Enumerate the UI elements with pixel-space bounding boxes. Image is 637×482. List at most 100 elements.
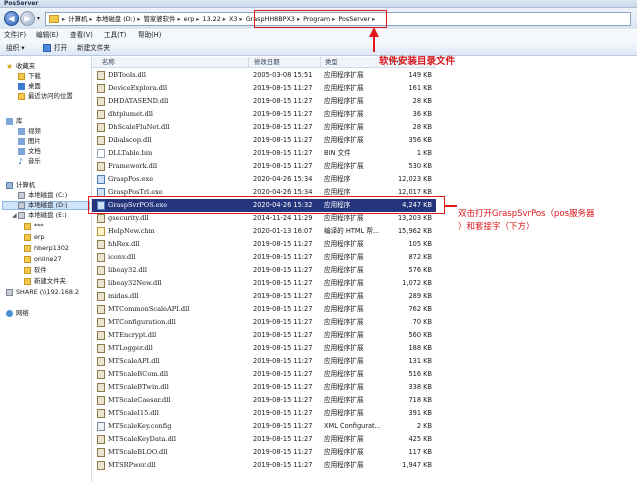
file-row[interactable]: libeay32New.dll 2019-08-15 11:27 应用程序扩展 1,0… [92,277,436,290]
file-row[interactable]: MTSRPwer.dll 2019-08-15 11:27 应用程序扩展 1,947 … [92,459,436,472]
file-name: DLLTable.bin [108,149,153,157]
file-date: 2020-01-13 16:07 [253,227,313,235]
file-row[interactable]: DLLTable.bin 2019-08-15 11:27 BIN 文件 1 KB [92,147,436,160]
breadcrumb-item[interactable]: 13.22 [203,15,221,23]
file-name: libeay32.dll [108,266,147,274]
navigation-pane: ★ 收藏夹 下载 桌面 最近访问的位置 库 视频 图片 文档 ♪ 音乐 计算机 … [0,57,92,482]
file-row[interactable]: MTScaleKeyData.dll 2019-08-15 11:27 应用程序扩展… [92,433,436,446]
file-row[interactable]: MTScaleAPI.dll 2019-08-15 11:27 应用程序扩展 131 … [92,355,436,368]
breadcrumb-separator[interactable]: ▸ [177,15,180,23]
dll-file-icon [97,253,105,262]
menu-file[interactable]: 文件(F) [4,30,26,41]
column-type[interactable]: 类型 [325,57,338,68]
file-row[interactable]: dhtplumet.dll 2019-08-15 11:27 应用程序扩展 36 KB [92,108,436,121]
menu-tools[interactable]: 工具(T) [104,30,126,41]
file-row[interactable]: MTScaleI15.dll 2019-08-15 11:27 应用程序扩展 391 … [92,407,436,420]
column-divider[interactable] [320,57,321,68]
file-date: 2020-04-26 15:34 [253,175,313,183]
organize-button[interactable]: 组织 ▾ [6,41,25,56]
open-button[interactable]: 打开 [54,41,67,56]
network-icon [6,310,13,317]
breadcrumb-item[interactable]: 本地磁盘 (D:) [96,15,136,23]
file-size: 1,947 KB [402,461,432,469]
file-row[interactable]: Framework.dll 2019-08-15 11:27 应用程序扩展 530 K… [92,160,436,173]
file-row[interactable]: MTConfiguration.dll 2019-08-15 11:27 应用程序扩… [92,316,436,329]
file-row[interactable]: MTScaleCaesar.dll 2019-08-15 11:27 应用程序扩展 7… [92,394,436,407]
column-name[interactable]: 名称 [102,57,115,68]
file-row[interactable]: MTScaleBTwin.dll 2019-08-15 11:27 应用程序扩展 33… [92,381,436,394]
breadcrumb-separator[interactable]: ▸ [196,15,199,23]
file-row[interactable]: DhScaleFluNet.dll 2019-08-15 11:27 应用程序扩展 2… [92,121,436,134]
back-button[interactable]: ◀ [4,11,19,26]
file-row[interactable]: Dibalscop.dll 2019-08-15 11:27 应用程序扩展 356 K… [92,134,436,147]
desktop-icon [18,83,25,90]
breadcrumb-separator[interactable]: ▸ [223,15,226,23]
file-type: 应用程序扩展 [324,266,364,274]
command-bar: 组织 ▾ 打开 新建文件夹 [0,41,637,56]
menu-edit[interactable]: 编辑(E) [36,30,59,41]
file-row[interactable]: libeay32.dll 2019-08-15 11:27 应用程序扩展 576 KB [92,264,436,277]
file-row[interactable]: iconv.dll 2019-08-15 11:27 应用程序扩展 872 KB [92,251,436,264]
file-row[interactable]: HelpNew.chm 2020-01-13 16:07 编译的 HTML 帮...… [92,225,436,238]
menu-view[interactable]: 查看(V) [70,30,93,41]
breadcrumb-item[interactable]: X3 [229,15,237,23]
dll-file-icon [97,409,105,418]
file-name: MTConfiguration.dll [108,318,176,326]
folder-icon [24,256,31,263]
library-icon [6,118,13,125]
file-row[interactable]: DeviceExplora.dll 2019-08-15 11:27 应用程序扩展 1… [92,82,436,95]
breadcrumb-separator[interactable]: ▸ [137,15,140,23]
breadcrumb-item[interactable]: 计算机 [68,15,87,23]
breadcrumb-item[interactable]: erp [184,15,195,23]
file-name: GraspPos.exe [108,175,154,183]
file-size: 872 KB [408,253,432,261]
nav-folder-label: 软件 [34,266,47,274]
breadcrumb-separator[interactable]: ▸ [239,15,242,23]
file-date: 2019-08-15 11:27 [253,253,313,261]
recent-pages-dropdown[interactable]: ▾ [37,15,40,22]
file-row[interactable]: MTCommonScaleAPI.dll 2019-08-15 11:27 应用程序… [92,303,436,316]
nav-favorites-label: 收藏夹 [16,62,36,70]
selected-file-highlight-box [88,196,445,214]
nav-share-label: SHARE (\\192.168.2 [16,288,80,296]
file-row[interactable]: DHDATASEND.dll 2019-08-15 11:27 应用程序扩展 28 K… [92,95,436,108]
column-date[interactable]: 修改日期 [254,57,280,68]
file-date: 2019-08-15 11:27 [253,461,313,469]
column-divider[interactable] [248,57,249,68]
file-size: 12,023 KB [397,175,432,183]
breadcrumb-separator[interactable]: ▸ [62,15,65,23]
file-row[interactable]: MTScaleBCom.dll 2019-08-15 11:27 应用程序扩展 516… [92,368,436,381]
breadcrumb-separator[interactable]: ▸ [89,15,92,23]
file-date: 2019-08-15 11:27 [253,266,313,274]
expand-arrow-icon[interactable]: ◢ [12,211,17,220]
recent-places-icon [18,93,25,100]
file-row[interactable]: MTScaleBLOO.dll 2019-08-15 11:27 应用程序扩展 117… [92,446,436,459]
dll-file-icon [97,110,105,119]
dll-file-icon [97,435,105,444]
file-row[interactable]: MTLogger.dll 2019-08-15 11:27 应用程序扩展 188 KB [92,342,436,355]
address-highlight-box [254,10,387,28]
new-folder-button[interactable]: 新建文件夹 [77,41,110,56]
file-type: 应用程序扩展 [324,448,364,456]
breadcrumb-item[interactable]: 管家婆软件 [143,15,175,23]
file-date: 2019-08-15 11:27 [253,84,313,92]
folder-icon [24,223,31,230]
file-size: 188 KB [408,344,432,352]
file-row[interactable]: GraspPos.exe 2020-04-26 15:34 应用程序 12,023 K… [92,173,436,186]
file-name: MTCommonScaleAPI.dll [108,305,190,313]
file-row[interactable]: hhRex.dll 2019-08-15 11:27 应用程序扩展 105 KB [92,238,436,251]
file-size: 15,962 KB [397,227,432,235]
nav-folder-label: erp [34,233,45,241]
file-type: 应用程序扩展 [324,71,364,79]
file-date: 2019-08-15 11:27 [253,357,313,365]
forward-button[interactable]: ▶ [20,11,35,26]
file-type: 应用程序扩展 [324,409,364,417]
file-row[interactable]: MTScaleKey.config 2019-08-15 11:27 XML Con… [92,420,436,433]
file-row[interactable]: midas.dll 2019-08-15 11:27 应用程序扩展 289 KB [92,290,436,303]
file-name: DhScaleFluNet.dll [108,123,170,131]
dll-file-icon [97,305,105,314]
file-row[interactable]: MTEncrypt.dll 2019-08-15 11:27 应用程序扩展 560 K… [92,329,436,342]
menu-help[interactable]: 帮助(H) [138,30,161,41]
nav-videos-label: 视频 [28,127,41,135]
file-row[interactable]: DBTools.dll 2005-03-08 15:51 应用程序扩展 149 KB [92,69,436,82]
